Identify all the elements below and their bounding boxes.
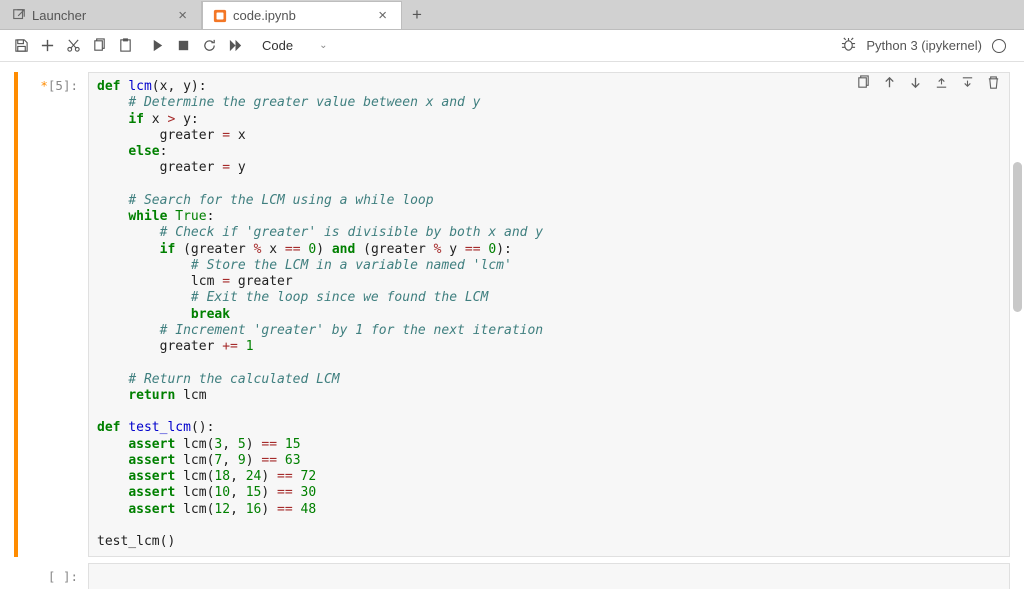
tab-label: Launcher xyxy=(32,8,86,23)
scrollbar-thumb[interactable] xyxy=(1013,162,1022,312)
code-editor[interactable]: def lcm(x, y): # Determine the greater v… xyxy=(88,72,1010,557)
duplicate-cell-button[interactable] xyxy=(850,70,876,94)
notebook-toolbar: Code ⌄ Python 3 (ipykernel) xyxy=(0,30,1024,62)
external-link-icon xyxy=(12,8,26,22)
stop-button[interactable] xyxy=(170,33,196,59)
kernel-indicator: Python 3 (ipykernel) xyxy=(841,37,1016,55)
insert-above-button[interactable] xyxy=(928,70,954,94)
close-icon[interactable]: × xyxy=(374,7,391,24)
cell-type-selector[interactable]: Code ⌄ xyxy=(256,36,333,55)
tab-launcher[interactable]: Launcher × xyxy=(2,1,202,29)
add-cell-button[interactable] xyxy=(34,33,60,59)
notebook-icon xyxy=(213,9,227,23)
move-down-button[interactable] xyxy=(902,70,928,94)
cut-button[interactable] xyxy=(60,33,86,59)
chevron-down-icon: ⌄ xyxy=(319,40,327,51)
kernel-status-icon[interactable] xyxy=(992,39,1006,53)
tab-bar: Launcher × code.ipynb × + xyxy=(0,0,1024,30)
bug-icon[interactable] xyxy=(841,37,856,55)
save-button[interactable] xyxy=(8,33,34,59)
cell-type-label: Code xyxy=(262,38,293,53)
tab-label: code.ipynb xyxy=(233,8,296,23)
tab-code-ipynb[interactable]: code.ipynb × xyxy=(202,1,402,29)
delete-cell-button[interactable] xyxy=(980,70,1006,94)
restart-button[interactable] xyxy=(196,33,222,59)
cell-prompt: [ ]: xyxy=(18,563,88,589)
code-editor[interactable] xyxy=(88,563,1010,589)
code-cell[interactable]: [ ]: xyxy=(14,563,1010,589)
run-button[interactable] xyxy=(144,33,170,59)
restart-run-all-button[interactable] xyxy=(222,33,248,59)
copy-button[interactable] xyxy=(86,33,112,59)
kernel-name[interactable]: Python 3 (ipykernel) xyxy=(866,38,982,53)
new-tab-button[interactable]: + xyxy=(402,1,432,29)
cell-toolbar xyxy=(850,70,1006,94)
scrollbar[interactable] xyxy=(1010,62,1024,589)
move-up-button[interactable] xyxy=(876,70,902,94)
cell-prompt: *[5]: xyxy=(18,72,88,557)
close-icon[interactable]: × xyxy=(174,7,191,24)
insert-below-button[interactable] xyxy=(954,70,980,94)
code-cell[interactable]: *[5]: def lcm(x, y): # Determine the gre… xyxy=(14,72,1010,557)
paste-button[interactable] xyxy=(112,33,138,59)
notebook-body[interactable]: *[5]: def lcm(x, y): # Determine the gre… xyxy=(0,62,1024,589)
